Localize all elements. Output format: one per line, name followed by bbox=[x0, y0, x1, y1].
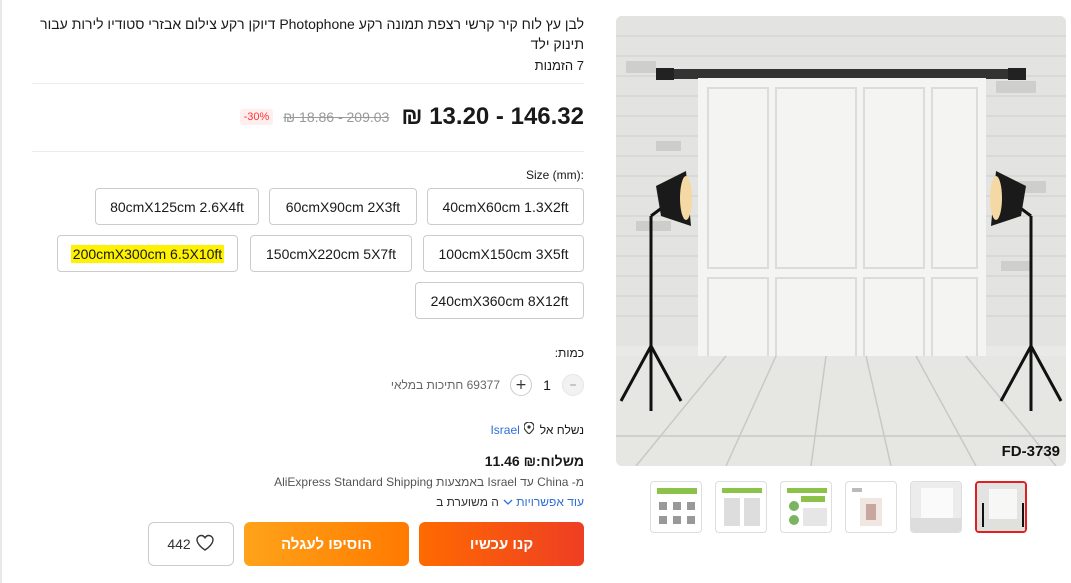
action-buttons: קנו עכשיו הוסיפו לעגלה 442 bbox=[148, 522, 584, 567]
thumbnail-3[interactable] bbox=[845, 481, 897, 533]
ship-to-label: נשלח אל bbox=[539, 422, 584, 437]
size-option-selected[interactable]: 200cmX300cm 6.5X10ft bbox=[57, 235, 238, 272]
size-option[interactable]: 100cmX150cm 3X5ft bbox=[423, 235, 584, 272]
product-info-panel: לבן עץ לוח קיר קרשי רצפת תמונה רקע Photo… bbox=[32, 14, 584, 509]
shipping-description: מ- China עד Israel באמצעות AliExpress St… bbox=[274, 475, 584, 489]
wishlist-count: 442 bbox=[167, 536, 191, 552]
ship-to-row: נשלח אל Israel bbox=[32, 421, 584, 437]
size-label: Size (mm): bbox=[526, 168, 584, 182]
left-edge-divider bbox=[0, 0, 2, 583]
more-options-link[interactable]: עוד אפשרויות bbox=[503, 495, 584, 509]
price-row: ₪ 13.20 - 146.32 ₪ 18.86 - 209.03 -30% bbox=[32, 102, 584, 132]
size-options: 40cmX60cm 1.3X2ft 60cmX90cm 2X3ft 80cmX1… bbox=[32, 188, 584, 338]
size-option[interactable]: 80cmX125cm 2.6X4ft bbox=[95, 188, 259, 225]
orders-count: 7 הזמנות bbox=[534, 58, 584, 73]
quantity-value[interactable]: 1 bbox=[532, 377, 562, 393]
divider bbox=[32, 151, 584, 152]
thumbnail-4[interactable] bbox=[780, 481, 832, 533]
product-main-image[interactable]: FD-3739 bbox=[616, 16, 1066, 466]
thumbnail-6[interactable] bbox=[650, 481, 702, 533]
model-tag: FD-3739 bbox=[1001, 443, 1060, 460]
estimated-delivery: ה משוערת ב bbox=[436, 495, 499, 509]
size-option[interactable]: 40cmX60cm 1.3X2ft bbox=[427, 188, 584, 225]
size-option[interactable]: 240cmX360cm 8X12ft bbox=[415, 282, 584, 319]
location-pin-icon bbox=[523, 421, 535, 437]
plus-icon[interactable]: + bbox=[510, 374, 532, 396]
buy-now-button[interactable]: קנו עכשיו bbox=[419, 522, 584, 566]
minus-icon[interactable]: – bbox=[562, 374, 584, 396]
ship-to-country-link[interactable]: Israel bbox=[490, 423, 519, 437]
size-option[interactable]: 150cmX220cm 5X7ft bbox=[250, 235, 412, 272]
quantity-label: כמות: bbox=[554, 346, 584, 360]
thumbnail-strip bbox=[650, 481, 1030, 533]
current-price: ₪ 13.20 - 146.32 bbox=[401, 103, 584, 130]
size-option[interactable]: 60cmX90cm 2X3ft bbox=[269, 188, 417, 225]
discount-badge: -30% bbox=[239, 109, 274, 125]
stock-count: 69377 חתיכות במלאי bbox=[390, 378, 500, 392]
more-shipping-row: עוד אפשרויות ה משוערת ב bbox=[32, 495, 584, 509]
divider bbox=[32, 83, 584, 84]
original-price: ₪ 18.86 - 209.03 bbox=[283, 109, 390, 125]
quantity-stepper: – 1 + 69377 חתיכות במלאי bbox=[32, 372, 584, 398]
heart-icon bbox=[195, 534, 215, 555]
wishlist-button[interactable]: 442 bbox=[148, 522, 234, 566]
thumbnail-5[interactable] bbox=[715, 481, 767, 533]
thumbnail-1-selected[interactable] bbox=[975, 481, 1027, 533]
product-title: לבן עץ לוח קיר קרשי רצפת תמונה רקע Photo… bbox=[40, 16, 584, 52]
shipping-cost: משלוח:₪ 11.46 bbox=[484, 453, 584, 469]
add-to-cart-button[interactable]: הוסיפו לעגלה bbox=[244, 522, 409, 566]
chevron-down-icon bbox=[503, 495, 516, 509]
studio-backdrop-illustration bbox=[616, 16, 1066, 466]
thumbnail-2[interactable] bbox=[910, 481, 962, 533]
